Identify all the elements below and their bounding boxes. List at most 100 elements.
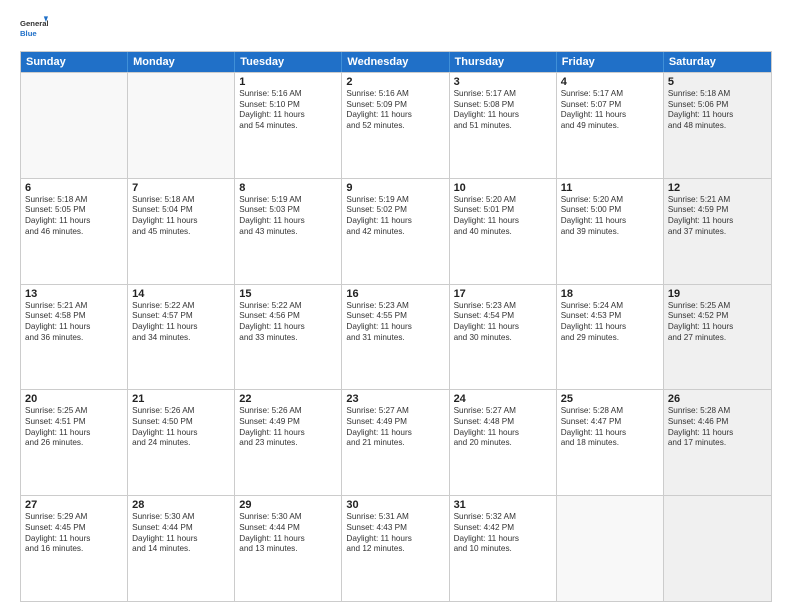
cell-line: Sunset: 4:47 PM [561, 417, 659, 428]
day-number: 9 [346, 182, 444, 194]
cell-line: and 10 minutes. [454, 544, 552, 555]
cell-line: Daylight: 11 hours [346, 534, 444, 545]
cal-cell: 4Sunrise: 5:17 AMSunset: 5:07 PMDaylight… [557, 73, 664, 178]
day-number: 30 [346, 499, 444, 511]
day-number: 23 [346, 393, 444, 405]
day-number: 6 [25, 182, 123, 194]
logo: General Blue [20, 15, 52, 43]
cal-cell: 6Sunrise: 5:18 AMSunset: 5:05 PMDaylight… [21, 179, 128, 284]
cal-cell [664, 496, 771, 601]
cell-line: Daylight: 11 hours [25, 216, 123, 227]
cell-line: and 33 minutes. [239, 333, 337, 344]
cell-line: Sunrise: 5:27 AM [454, 406, 552, 417]
cell-line: Sunset: 4:49 PM [239, 417, 337, 428]
cell-line: Daylight: 11 hours [346, 428, 444, 439]
cell-line: and 52 minutes. [346, 121, 444, 132]
day-number: 19 [668, 288, 767, 300]
cell-line: Sunset: 5:04 PM [132, 205, 230, 216]
cell-line: Sunrise: 5:21 AM [25, 301, 123, 312]
day-number: 12 [668, 182, 767, 194]
cal-week: 1Sunrise: 5:16 AMSunset: 5:10 PMDaylight… [21, 72, 771, 178]
cell-line: Sunset: 4:58 PM [25, 311, 123, 322]
cell-line: Sunset: 4:45 PM [25, 523, 123, 534]
cal-header-cell: Thursday [450, 52, 557, 72]
cell-line: and 29 minutes. [561, 333, 659, 344]
cell-line: and 18 minutes. [561, 438, 659, 449]
cal-cell: 11Sunrise: 5:20 AMSunset: 5:00 PMDayligh… [557, 179, 664, 284]
cell-line: Sunrise: 5:26 AM [132, 406, 230, 417]
cell-line: Daylight: 11 hours [25, 428, 123, 439]
cal-week: 20Sunrise: 5:25 AMSunset: 4:51 PMDayligh… [21, 389, 771, 495]
cell-line: and 51 minutes. [454, 121, 552, 132]
cell-line: Sunset: 5:06 PM [668, 100, 767, 111]
cell-line: Daylight: 11 hours [454, 216, 552, 227]
cell-line: Sunset: 5:10 PM [239, 100, 337, 111]
cell-line: Sunset: 4:57 PM [132, 311, 230, 322]
cal-cell: 17Sunrise: 5:23 AMSunset: 4:54 PMDayligh… [450, 285, 557, 390]
cell-line: Daylight: 11 hours [454, 428, 552, 439]
page: General Blue SundayMondayTuesdayWednesda… [0, 0, 792, 612]
cell-line: Sunset: 5:01 PM [454, 205, 552, 216]
cell-line: Sunrise: 5:25 AM [25, 406, 123, 417]
cal-cell: 12Sunrise: 5:21 AMSunset: 4:59 PMDayligh… [664, 179, 771, 284]
cal-cell [557, 496, 664, 601]
cell-line: and 13 minutes. [239, 544, 337, 555]
cal-cell: 19Sunrise: 5:25 AMSunset: 4:52 PMDayligh… [664, 285, 771, 390]
cell-line: and 20 minutes. [454, 438, 552, 449]
cell-line: Sunset: 5:09 PM [346, 100, 444, 111]
cal-cell: 7Sunrise: 5:18 AMSunset: 5:04 PMDaylight… [128, 179, 235, 284]
day-number: 3 [454, 76, 552, 88]
cell-line: Daylight: 11 hours [561, 322, 659, 333]
cell-line: Sunset: 4:56 PM [239, 311, 337, 322]
cell-line: Daylight: 11 hours [346, 110, 444, 121]
cell-line: Sunrise: 5:18 AM [668, 89, 767, 100]
cal-week: 13Sunrise: 5:21 AMSunset: 4:58 PM Dayligh… [21, 284, 771, 390]
cell-line: Sunrise: 5:30 AM [239, 512, 337, 523]
cal-cell: 26Sunrise: 5:28 AMSunset: 4:46 PMDayligh… [664, 390, 771, 495]
cal-header-cell: Monday [128, 52, 235, 72]
cell-line: Sunrise: 5:17 AM [561, 89, 659, 100]
cell-line: Daylight: 11 hours [132, 216, 230, 227]
cal-cell: 10Sunrise: 5:20 AMSunset: 5:01 PMDayligh… [450, 179, 557, 284]
cell-line: and 14 minutes. [132, 544, 230, 555]
cell-line: Sunset: 5:08 PM [454, 100, 552, 111]
cell-line: Sunset: 4:42 PM [454, 523, 552, 534]
cell-line: and 48 minutes. [668, 121, 767, 132]
cell-line: Sunrise: 5:28 AM [668, 406, 767, 417]
day-number: 18 [561, 288, 659, 300]
day-number: 13 [25, 288, 123, 300]
cell-line: Sunrise: 5:30 AM [132, 512, 230, 523]
cell-line: and 37 minutes. [668, 227, 767, 238]
day-number: 11 [561, 182, 659, 194]
cal-cell: 15Sunrise: 5:22 AMSunset: 4:56 PMDayligh… [235, 285, 342, 390]
day-number: 21 [132, 393, 230, 405]
cell-line: Sunrise: 5:21 AM [668, 195, 767, 206]
cell-line: Sunrise: 5:28 AM [561, 406, 659, 417]
cell-line: and 54 minutes. [239, 121, 337, 132]
cell-line: Daylight: 11 hours [239, 428, 337, 439]
cell-line: Sunset: 5:07 PM [561, 100, 659, 111]
cell-line: Daylight: 11 hours [668, 216, 767, 227]
cell-line: Sunset: 5:03 PM [239, 205, 337, 216]
cell-line: Daylight: 11 hours [25, 534, 123, 545]
cal-cell: 13Sunrise: 5:21 AMSunset: 4:58 PMDayligh… [21, 285, 128, 390]
cell-line: Sunrise: 5:22 AM [239, 301, 337, 312]
cell-line: Daylight: 11 hours [668, 322, 767, 333]
day-number: 17 [454, 288, 552, 300]
day-number: 29 [239, 499, 337, 511]
day-number: 4 [561, 76, 659, 88]
cell-line: and 42 minutes. [346, 227, 444, 238]
cal-cell: 24Sunrise: 5:27 AMSunset: 4:48 PMDayligh… [450, 390, 557, 495]
cell-line: and 43 minutes. [239, 227, 337, 238]
cell-line: Daylight: 11 hours [454, 110, 552, 121]
cell-line: Sunrise: 5:19 AM [346, 195, 444, 206]
cell-line: Daylight: 11 hours [239, 216, 337, 227]
logo-icon: General Blue [20, 15, 48, 43]
cell-line: Sunset: 4:43 PM [346, 523, 444, 534]
day-number: 2 [346, 76, 444, 88]
cal-cell: 31Sunrise: 5:32 AMSunset: 4:42 PMDayligh… [450, 496, 557, 601]
header: General Blue [20, 15, 772, 43]
day-number: 15 [239, 288, 337, 300]
cell-line: and 36 minutes. [25, 333, 123, 344]
cal-cell: 20Sunrise: 5:25 AMSunset: 4:51 PMDayligh… [21, 390, 128, 495]
